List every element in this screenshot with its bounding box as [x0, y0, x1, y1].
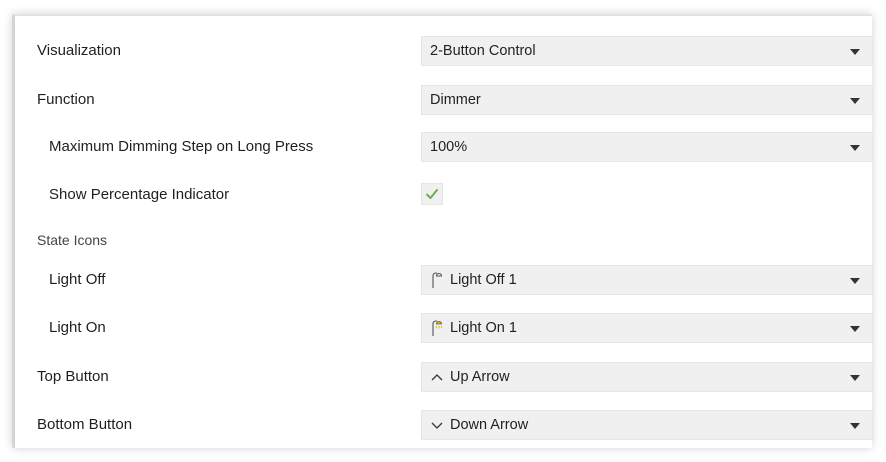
row-max-dimming-step: Maximum Dimming Step on Long Press 100% — [15, 132, 873, 162]
top-button-select[interactable]: Up Arrow — [421, 362, 873, 392]
light-off-label: Light Off — [49, 271, 106, 288]
visualization-select[interactable]: 2-Button Control — [421, 36, 873, 66]
chevron-down-icon — [850, 375, 860, 381]
settings-panel: Visualization 2-Button Control Function … — [12, 14, 873, 448]
top-button-label: Top Button — [37, 368, 109, 385]
row-function: Function Dimmer — [15, 85, 873, 115]
bottom-button-select[interactable]: Down Arrow — [421, 410, 873, 440]
chevron-down-icon — [850, 98, 860, 104]
visualization-label: Visualization — [37, 42, 121, 59]
visualization-value: 2-Button Control — [430, 43, 536, 59]
row-light-on: Light On Light On 1 — [15, 313, 873, 343]
chevron-down-icon — [850, 326, 860, 332]
light-off-value: Light Off 1 — [450, 272, 517, 288]
max-dimming-step-select[interactable]: 100% — [421, 132, 873, 162]
max-dimming-step-value: 100% — [430, 139, 468, 155]
lamp-off-icon — [432, 272, 443, 288]
up-arrow-icon — [431, 374, 443, 381]
chevron-down-icon — [850, 49, 860, 55]
show-percentage-label: Show Percentage Indicator — [49, 186, 230, 203]
light-on-select[interactable]: Light On 1 — [421, 313, 873, 343]
row-top-button: Top Button Up Arrow — [15, 362, 873, 392]
function-label: Function — [37, 91, 95, 108]
show-percentage-checkbox[interactable] — [421, 183, 443, 205]
bottom-button-label: Bottom Button — [37, 416, 133, 433]
function-value: Dimmer — [430, 92, 481, 108]
light-on-value: Light On 1 — [450, 320, 517, 336]
bottom-button-value: Down Arrow — [450, 417, 529, 433]
row-show-percentage: Show Percentage Indicator — [15, 180, 872, 210]
lamp-on-icon — [432, 320, 443, 336]
chevron-down-icon — [850, 278, 860, 284]
light-off-select[interactable]: Light Off 1 — [421, 265, 873, 295]
function-select[interactable]: Dimmer — [421, 85, 873, 115]
max-dimming-step-label: Maximum Dimming Step on Long Press — [49, 138, 314, 155]
row-visualization: Visualization 2-Button Control — [15, 36, 873, 66]
chevron-down-icon — [850, 145, 860, 151]
checkmark-icon — [426, 189, 438, 199]
state-icons-section-label: State Icons — [37, 232, 108, 248]
down-arrow-icon — [431, 422, 443, 429]
row-bottom-button: Bottom Button Down Arrow — [15, 410, 873, 440]
chevron-down-icon — [850, 423, 860, 429]
top-button-value: Up Arrow — [450, 369, 510, 385]
row-state-icons: State Icons — [15, 226, 872, 256]
light-on-label: Light On — [49, 319, 106, 336]
row-light-off: Light Off Light Off 1 — [15, 265, 873, 295]
